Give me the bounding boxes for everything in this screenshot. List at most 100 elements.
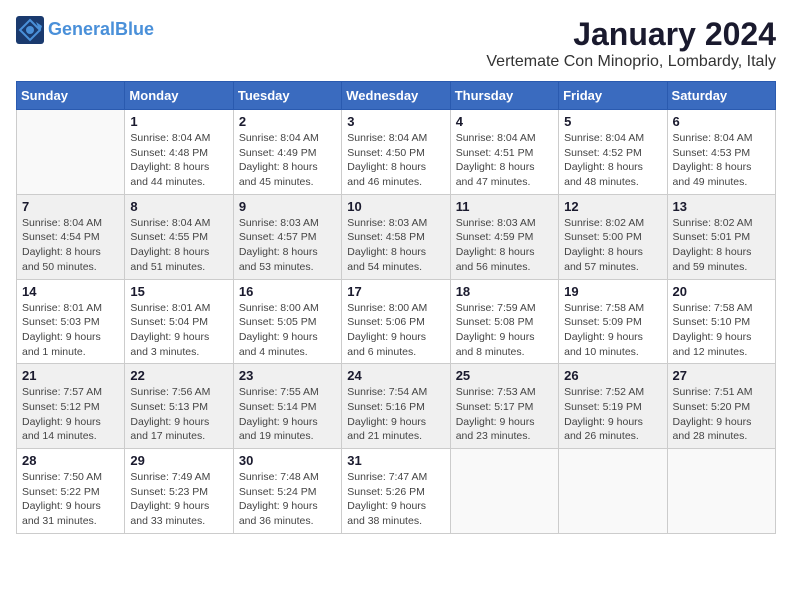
day-number: 14: [22, 284, 119, 299]
day-info: Sunrise: 7:54 AMSunset: 5:16 PMDaylight:…: [347, 385, 444, 444]
logo-line1: General: [48, 19, 115, 39]
day-number: 16: [239, 284, 336, 299]
week-row-5: 28 Sunrise: 7:50 AMSunset: 5:22 PMDayligh…: [17, 449, 776, 534]
day-info: Sunrise: 7:58 AMSunset: 5:10 PMDaylight:…: [673, 301, 770, 360]
day-number: 17: [347, 284, 444, 299]
day-info: Sunrise: 8:04 AMSunset: 4:54 PMDaylight:…: [22, 216, 119, 275]
calendar-cell: 25Sunrise: 7:53 AMSunset: 5:17 PMDayligh…: [450, 364, 558, 449]
calendar-cell: [667, 449, 775, 534]
day-number: 12: [564, 199, 661, 214]
day-number: 23: [239, 368, 336, 383]
calendar-cell: 18 Sunrise: 7:59 AMSunset: 5:08 PMDayligh…: [450, 279, 558, 364]
day-info: Sunrise: 8:02 AMSunset: 5:01 PMDaylight:…: [673, 216, 770, 275]
calendar-cell: 7 Sunrise: 8:04 AMSunset: 4:54 PMDaylight…: [17, 194, 125, 279]
calendar-cell: 23 Sunrise: 7:55 AMSunset: 5:14 PMDayligh…: [233, 364, 341, 449]
day-number: 22: [130, 368, 227, 383]
calendar-cell: 3Sunrise: 8:04 AMSunset: 4:50 PMDaylight…: [342, 110, 450, 195]
weekday-header-sunday: Sunday: [17, 82, 125, 110]
calendar-cell: 20 Sunrise: 7:58 AMSunset: 5:10 PMDayligh…: [667, 279, 775, 364]
logo-text: GeneralBlue: [48, 19, 154, 41]
day-info: Sunrise: 8:04 AMSunset: 4:48 PMDaylight:…: [130, 131, 227, 190]
calendar-cell: 26 Sunrise: 7:52 AMSunset: 5:19 PMDayligh…: [559, 364, 667, 449]
calendar-cell: 21 Sunrise: 7:57 AMSunset: 5:12 PMDayligh…: [17, 364, 125, 449]
calendar-cell: 4 Sunrise: 8:04 AMSunset: 4:51 PMDaylight…: [450, 110, 558, 195]
calendar-cell: [17, 110, 125, 195]
day-info: Sunrise: 8:04 AMSunset: 4:49 PMDaylight:…: [239, 131, 336, 190]
weekday-header-tuesday: Tuesday: [233, 82, 341, 110]
day-number: 30: [239, 453, 336, 468]
calendar-cell: 11 Sunrise: 8:03 AMSunset: 4:59 PMDayligh…: [450, 194, 558, 279]
day-number: 24: [347, 368, 444, 383]
day-info: Sunrise: 7:50 AMSunset: 5:22 PMDaylight:…: [22, 470, 119, 529]
calendar-cell: 6 Sunrise: 8:04 AMSunset: 4:53 PMDaylight…: [667, 110, 775, 195]
day-info: Sunrise: 8:00 AMSunset: 5:05 PMDaylight:…: [239, 301, 336, 360]
day-number: 11: [456, 199, 553, 214]
day-number: 1: [130, 114, 227, 129]
title-block: January 2024 Vertemate Con Minoprio, Lom…: [486, 16, 776, 71]
weekday-header-thursday: Thursday: [450, 82, 558, 110]
calendar-cell: 19 Sunrise: 7:58 AMSunset: 5:09 PMDayligh…: [559, 279, 667, 364]
calendar-cell: [450, 449, 558, 534]
day-info: Sunrise: 7:56 AMSunset: 5:13 PMDaylight:…: [130, 385, 227, 444]
day-info: Sunrise: 7:59 AMSunset: 5:08 PMDaylight:…: [456, 301, 553, 360]
weekday-header-saturday: Saturday: [667, 82, 775, 110]
calendar-cell: 5Sunrise: 8:04 AMSunset: 4:52 PMDaylight…: [559, 110, 667, 195]
day-info: Sunrise: 8:04 AMSunset: 4:53 PMDaylight:…: [673, 131, 770, 190]
location-subtitle: Vertemate Con Minoprio, Lombardy, Italy: [486, 53, 776, 71]
day-number: 6: [673, 114, 770, 129]
day-number: 9: [239, 199, 336, 214]
calendar-cell: 9Sunrise: 8:03 AMSunset: 4:57 PMDaylight…: [233, 194, 341, 279]
calendar-cell: 27 Sunrise: 7:51 AMSunset: 5:20 PMDayligh…: [667, 364, 775, 449]
day-number: 29: [130, 453, 227, 468]
weekday-header-friday: Friday: [559, 82, 667, 110]
calendar-cell: 31Sunrise: 7:47 AMSunset: 5:26 PMDayligh…: [342, 449, 450, 534]
calendar-cell: 10Sunrise: 8:03 AMSunset: 4:58 PMDayligh…: [342, 194, 450, 279]
calendar-cell: 13 Sunrise: 8:02 AMSunset: 5:01 PMDayligh…: [667, 194, 775, 279]
calendar-cell: 8 Sunrise: 8:04 AMSunset: 4:55 PMDaylight…: [125, 194, 233, 279]
day-info: Sunrise: 8:00 AMSunset: 5:06 PMDaylight:…: [347, 301, 444, 360]
day-number: 20: [673, 284, 770, 299]
week-row-1: 1 Sunrise: 8:04 AMSunset: 4:48 PMDaylight…: [17, 110, 776, 195]
day-info: Sunrise: 8:04 AMSunset: 4:55 PMDaylight:…: [130, 216, 227, 275]
day-info: Sunrise: 8:04 AMSunset: 4:51 PMDaylight:…: [456, 131, 553, 190]
calendar-cell: 1 Sunrise: 8:04 AMSunset: 4:48 PMDaylight…: [125, 110, 233, 195]
day-number: 27: [673, 368, 770, 383]
logo-icon: [16, 16, 44, 44]
day-number: 8: [130, 199, 227, 214]
day-number: 18: [456, 284, 553, 299]
day-info: Sunrise: 7:57 AMSunset: 5:12 PMDaylight:…: [22, 385, 119, 444]
day-info: Sunrise: 8:03 AMSunset: 4:59 PMDaylight:…: [456, 216, 553, 275]
calendar-cell: 30 Sunrise: 7:48 AMSunset: 5:24 PMDayligh…: [233, 449, 341, 534]
calendar-cell: 17 Sunrise: 8:00 AMSunset: 5:06 PMDayligh…: [342, 279, 450, 364]
day-info: Sunrise: 8:03 AMSunset: 4:58 PMDaylight:…: [347, 216, 444, 275]
day-info: Sunrise: 7:51 AMSunset: 5:20 PMDaylight:…: [673, 385, 770, 444]
calendar-cell: [559, 449, 667, 534]
weekday-header-monday: Monday: [125, 82, 233, 110]
day-info: Sunrise: 7:48 AMSunset: 5:24 PMDaylight:…: [239, 470, 336, 529]
day-info: Sunrise: 8:02 AMSunset: 5:00 PMDaylight:…: [564, 216, 661, 275]
day-number: 26: [564, 368, 661, 383]
day-number: 15: [130, 284, 227, 299]
day-info: Sunrise: 8:04 AMSunset: 4:50 PMDaylight:…: [347, 131, 444, 190]
week-row-3: 14Sunrise: 8:01 AMSunset: 5:03 PMDayligh…: [17, 279, 776, 364]
week-row-2: 7 Sunrise: 8:04 AMSunset: 4:54 PMDaylight…: [17, 194, 776, 279]
day-number: 4: [456, 114, 553, 129]
calendar-cell: 24 Sunrise: 7:54 AMSunset: 5:16 PMDayligh…: [342, 364, 450, 449]
day-info: Sunrise: 7:53 AMSunset: 5:17 PMDaylight:…: [456, 385, 553, 444]
day-number: 13: [673, 199, 770, 214]
day-number: 7: [22, 199, 119, 214]
calendar-cell: 29 Sunrise: 7:49 AMSunset: 5:23 PMDayligh…: [125, 449, 233, 534]
day-number: 5: [564, 114, 661, 129]
day-number: 2: [239, 114, 336, 129]
day-number: 28: [22, 453, 119, 468]
day-number: 21: [22, 368, 119, 383]
day-info: Sunrise: 7:49 AMSunset: 5:23 PMDaylight:…: [130, 470, 227, 529]
calendar-cell: 15 Sunrise: 8:01 AMSunset: 5:04 PMDayligh…: [125, 279, 233, 364]
day-info: Sunrise: 7:58 AMSunset: 5:09 PMDaylight:…: [564, 301, 661, 360]
day-info: Sunrise: 7:47 AMSunset: 5:26 PMDaylight:…: [347, 470, 444, 529]
day-number: 19: [564, 284, 661, 299]
day-info: Sunrise: 7:52 AMSunset: 5:19 PMDaylight:…: [564, 385, 661, 444]
weekday-header-row: SundayMondayTuesdayWednesdayThursdayFrid…: [17, 82, 776, 110]
day-info: Sunrise: 7:55 AMSunset: 5:14 PMDaylight:…: [239, 385, 336, 444]
day-info: Sunrise: 8:01 AMSunset: 5:04 PMDaylight:…: [130, 301, 227, 360]
